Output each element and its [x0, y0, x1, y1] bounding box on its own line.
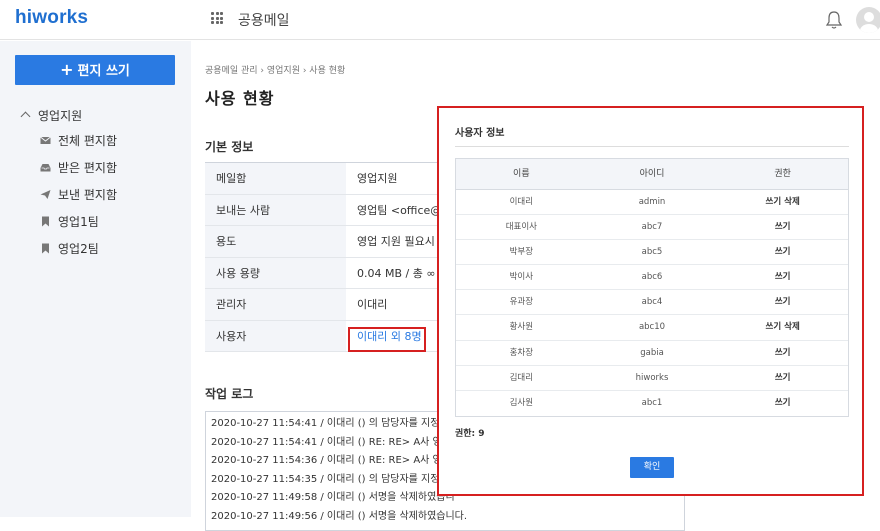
- basic-info-title: 기본 정보: [205, 140, 254, 154]
- sidebar-item-label: 영업2팀: [58, 242, 99, 256]
- sidebar-group-label: 영업지원: [38, 109, 83, 123]
- cell-name: 김사원: [509, 397, 534, 408]
- cell-permission: 쓰기 삭제: [765, 322, 800, 333]
- logo[interactable]: hiworks: [15, 7, 88, 29]
- column-header-name: 이름: [513, 169, 530, 179]
- sidebar-item-team2[interactable]: 영업2팀: [40, 240, 99, 258]
- log-title: 작업 로그: [205, 387, 254, 401]
- mail-icon: [40, 133, 51, 144]
- apps-grid-icon[interactable]: [211, 12, 223, 24]
- write-mail-label: 편지 쓰기: [77, 64, 130, 79]
- write-mail-button[interactable]: + 편지 쓰기: [15, 55, 175, 85]
- cell-id: hiworks: [635, 372, 669, 383]
- cell-id: abc6: [641, 272, 663, 283]
- table-row: 김사원 abc1 쓰기: [456, 391, 848, 416]
- table-row: 황사원 abc10 쓰기 삭제: [456, 315, 848, 341]
- cell-permission: 쓰기: [774, 297, 791, 308]
- column-header-id: 아이디: [639, 169, 665, 179]
- cell-name: 홍차장: [509, 347, 534, 358]
- column-header-permission: 권한: [774, 169, 791, 179]
- sidebar-item-label: 전체 편지함: [58, 134, 118, 148]
- info-label: 메일함: [205, 163, 346, 194]
- send-icon: [40, 187, 51, 199]
- permission-count: 권한: 9: [455, 429, 485, 439]
- sidebar-item-label: 받은 편지함: [58, 161, 118, 175]
- cell-permission: 쓰기: [774, 372, 791, 383]
- sidebar-item-inbox[interactable]: 받은 편지함: [40, 159, 117, 177]
- sidebar-group-sales-support[interactable]: 영업지원: [20, 107, 83, 124]
- cell-permission: 쓰기: [774, 247, 791, 258]
- top-bar: hiworks 공용메일: [0, 0, 880, 40]
- cell-permission: 쓰기: [774, 222, 791, 233]
- cell-permission: 쓰기: [774, 397, 791, 408]
- user-info-modal: 사용자 정보 이름 아이디 권한 이대리 admin 쓰기 삭제 대표이사 ab…: [437, 106, 864, 496]
- breadcrumb: 공용메일 관리 › 영업지원 › 사용 현황: [205, 66, 346, 76]
- cell-id: abc10: [638, 322, 666, 333]
- app-title: 공용메일: [238, 13, 290, 29]
- cell-id: gabia: [640, 347, 664, 358]
- bell-icon[interactable]: [825, 10, 843, 30]
- cell-name: 황사원: [509, 322, 534, 333]
- page-title: 사용 현황: [205, 89, 275, 108]
- cell-id: abc4: [641, 297, 663, 308]
- info-label: 관리자: [205, 289, 346, 320]
- table-row: 이대리 admin 쓰기 삭제: [456, 190, 848, 216]
- highlight-box: [348, 327, 426, 352]
- cell-name: 김대리: [509, 372, 534, 383]
- sidebar-item-team1[interactable]: 영업1팀: [40, 213, 99, 231]
- bookmark-icon: [40, 241, 51, 254]
- cell-name: 이대리: [509, 197, 534, 207]
- table-header: 이름 아이디 권한: [456, 159, 848, 190]
- info-label: 사용자: [205, 320, 346, 351]
- sidebar-item-all-mail[interactable]: 전체 편지함: [40, 132, 117, 150]
- user-table: 이름 아이디 권한 이대리 admin 쓰기 삭제 대표이사 abc7 쓰기 박…: [455, 158, 849, 417]
- inbox-icon: [40, 160, 51, 172]
- cell-permission: 쓰기: [774, 272, 791, 283]
- info-label: 보내는 사람: [205, 194, 346, 225]
- cell-name: 박이사: [509, 272, 534, 283]
- table-row: 박이사 abc6 쓰기: [456, 265, 848, 291]
- cell-id: abc1: [641, 397, 663, 408]
- avatar[interactable]: [856, 7, 880, 33]
- cell-permission: 쓰기: [774, 347, 791, 358]
- cell-name: 대표이사: [505, 222, 537, 233]
- table-row: 유과장 abc4 쓰기: [456, 290, 848, 316]
- cell-id: abc7: [641, 222, 663, 233]
- confirm-button[interactable]: 확인: [630, 457, 674, 478]
- cell-name: 박부장: [509, 247, 534, 258]
- sidebar-item-label: 보낸 편지함: [58, 188, 118, 202]
- table-row: 홍차장 gabia 쓰기: [456, 341, 848, 366]
- modal-title: 사용자 정보: [455, 128, 505, 139]
- cell-name: 유과장: [509, 297, 534, 308]
- sidebar: + 편지 쓰기 영업지원 전체 편지함 받은 편지함 보낸 편지함 영업1팀 영업…: [0, 41, 191, 517]
- cell-id: admin: [638, 197, 666, 207]
- info-label: 용도: [205, 226, 346, 257]
- sidebar-item-sent[interactable]: 보낸 편지함: [40, 186, 117, 204]
- table-row: 김대리 hiworks 쓰기: [456, 366, 848, 391]
- sidebar-item-label: 영업1팀: [58, 215, 99, 229]
- bookmark-icon: [40, 214, 51, 227]
- table-row: 박부장 abc5 쓰기: [456, 240, 848, 266]
- plus-icon: +: [60, 60, 74, 79]
- cell-id: abc5: [641, 247, 663, 258]
- chevron-up-icon: [20, 111, 31, 122]
- info-label: 사용 용량: [205, 257, 346, 288]
- divider: [455, 146, 849, 147]
- cell-permission: 쓰기 삭제: [765, 197, 800, 207]
- table-row: 대표이사 abc7 쓰기: [456, 215, 848, 241]
